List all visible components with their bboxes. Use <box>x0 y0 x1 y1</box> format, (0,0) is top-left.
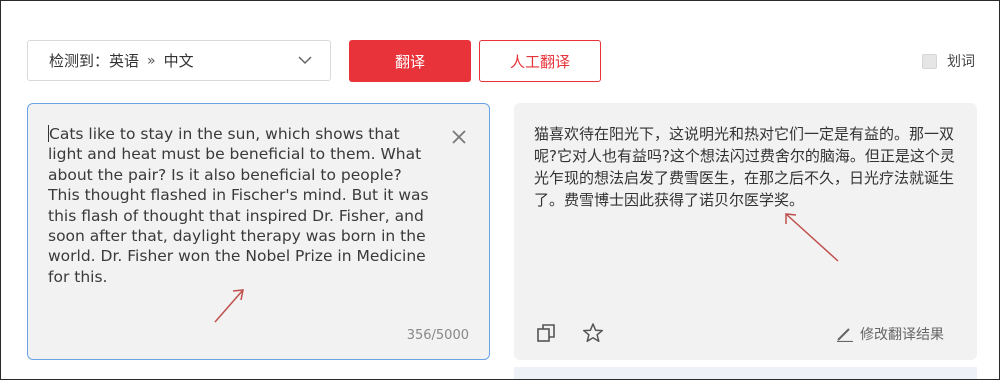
source-text-panel[interactable]: Cats like to stay in the sun, which show… <box>27 103 490 360</box>
source-text: Cats like to stay in the sun, which show… <box>48 125 429 286</box>
human-translate-button[interactable]: 人工翻译 <box>479 40 601 82</box>
pencil-icon <box>837 328 853 342</box>
edit-translation-button[interactable]: 修改翻译结果 <box>836 324 944 344</box>
translate-button[interactable]: 翻译 <box>349 40 471 82</box>
word-pick-toggle[interactable]: 划词 <box>922 51 975 71</box>
word-pick-label: 划词 <box>947 54 975 70</box>
word-pick-checkbox[interactable] <box>922 53 937 69</box>
close-icon[interactable] <box>450 128 468 146</box>
detected-language-label: 检测到：英语 <box>49 52 140 70</box>
translation-result-panel: 猫喜欢待在阳光下，这说明光和热对它们一定是有益的。那一双呢?它对人也有益吗?这个… <box>514 103 977 360</box>
source-textarea[interactable]: Cats like to stay in the sun, which show… <box>48 124 433 287</box>
language-selector[interactable]: 检测到：英语 » 中文 <box>27 40 331 81</box>
edit-translation-label: 修改翻译结果 <box>860 327 944 343</box>
chevron-down-icon <box>298 56 312 65</box>
annotation-arrow-translation <box>785 213 839 262</box>
language-separator: » <box>147 52 156 69</box>
target-language-label: 中文 <box>163 52 194 70</box>
annotation-arrow-source <box>214 289 244 323</box>
copy-icon[interactable] <box>536 323 556 343</box>
character-count: 356/5000 <box>406 328 469 343</box>
translation-text: 猫喜欢待在阳光下，这说明光和热对它们一定是有益的。那一双呢?它对人也有益吗?这个… <box>534 125 955 209</box>
star-icon[interactable] <box>582 322 604 344</box>
below-panel-strip <box>514 367 977 379</box>
